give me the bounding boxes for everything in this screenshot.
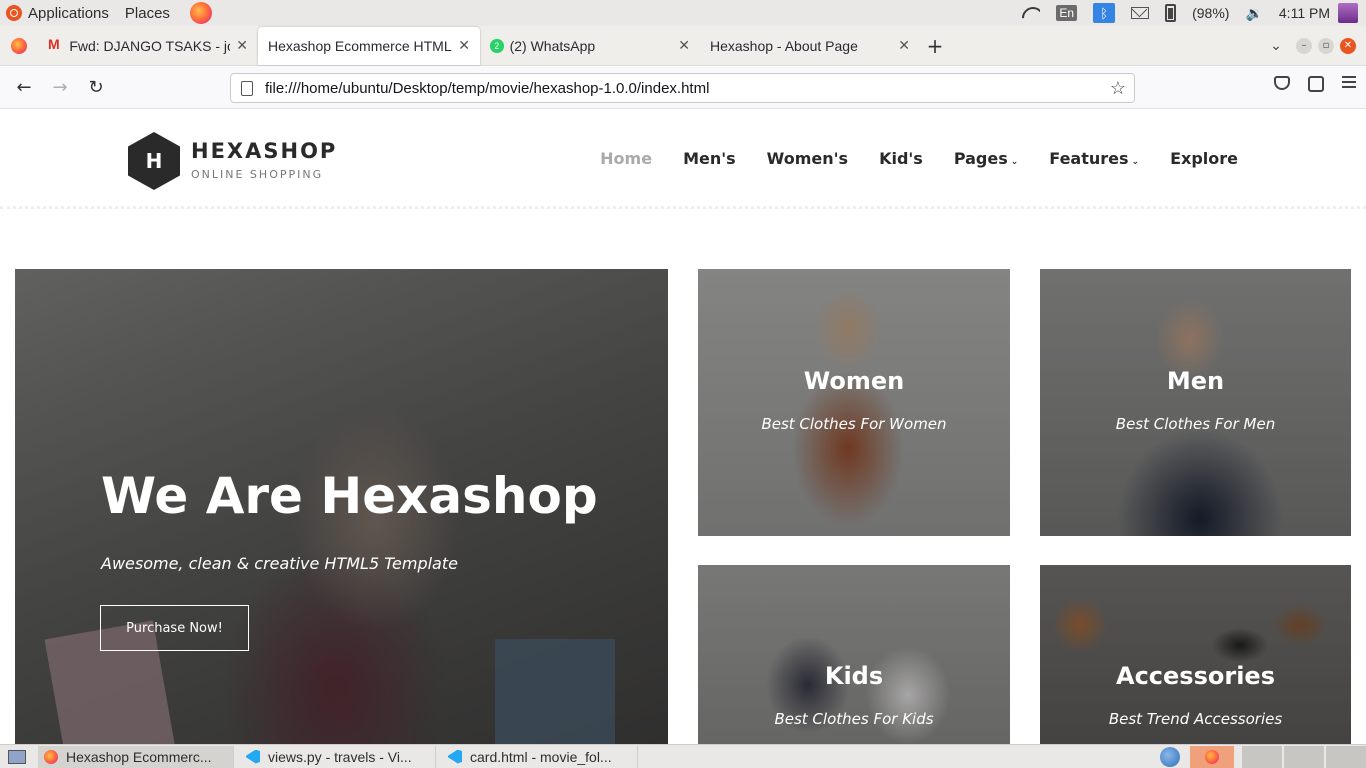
category-title: Women (803, 367, 905, 395)
forward-arrow-icon[interactable]: → (42, 77, 78, 98)
category-card-accessories[interactable]: Accessories Best Trend Accessories (1040, 565, 1351, 744)
bluetooth-icon[interactable]: ᛒ (1093, 0, 1116, 26)
url-bar[interactable]: file:///home/ubuntu/Desktop/temp/movie/h… (230, 73, 1135, 103)
category-title: Men (1166, 367, 1225, 395)
category-title: Kids (824, 662, 884, 690)
bookmark-star-icon[interactable]: ☆ (1110, 78, 1126, 99)
tab-whatsapp[interactable]: 2 (2) WhatsApp ✕ (480, 28, 700, 64)
user-menu-icon[interactable] (1338, 3, 1358, 23)
vscode-icon (246, 749, 260, 764)
hamburger-menu-icon[interactable] (1342, 76, 1356, 88)
pinned-firefox-tab[interactable] (0, 28, 38, 64)
task-title: card.html - movie_fol... (470, 748, 612, 765)
category-subtitle: Best Trend Accessories (1108, 710, 1283, 728)
task-title: Hexashop Ecommerc... (66, 748, 212, 765)
browser-tab-strip: Fwd: DJANGO TSAKS - jo ✕ Hexashop Ecomme… (0, 26, 1366, 66)
extensions-icon[interactable] (1308, 76, 1324, 92)
workspace-1[interactable] (1242, 745, 1282, 768)
shopping-bag-image (495, 639, 615, 744)
category-card-women[interactable]: Women Best Clothes For Women (698, 269, 1010, 536)
nav-explore[interactable]: Explore (1170, 149, 1238, 168)
keyboard-layout-indicator[interactable]: En (1056, 0, 1078, 26)
hero-title: We Are Hexashop (101, 467, 598, 525)
category-subtitle: Best Clothes For Women (761, 415, 947, 433)
close-tab-icon[interactable]: ✕ (452, 37, 470, 54)
chevron-down-icon: ⌄ (1131, 157, 1140, 167)
category-card-kids[interactable]: Kids Best Clothes For Kids (698, 565, 1010, 744)
hero-subtitle: Awesome, clean & creative HTML5 Template (101, 554, 458, 573)
tab-title: Hexashop - About Page (710, 37, 858, 54)
tab-title: Hexashop Ecommerce HTML (268, 37, 452, 54)
workspace-3[interactable] (1326, 745, 1366, 768)
mail-icon[interactable] (1131, 0, 1150, 26)
webpage: H HEXASHOP ONLINE SHOPPING Home Men's Wo… (0, 109, 1366, 744)
volume-icon[interactable]: 🔉 (1245, 0, 1262, 26)
category-subtitle: Best Clothes For Kids (774, 710, 934, 728)
list-all-tabs-chevron-icon[interactable]: ⌄ (1256, 38, 1296, 54)
workspace-2[interactable] (1284, 745, 1324, 768)
firefox-icon (44, 749, 58, 764)
taskbar-item-vscode-card[interactable]: card.html - movie_fol... (442, 745, 638, 768)
nav-pages-dropdown[interactable]: Pages ⌄ (954, 149, 1018, 168)
clock[interactable]: 4:11 PM (1279, 0, 1330, 26)
hexashop-logo-icon[interactable]: H (128, 132, 180, 190)
taskbar-item-vscode-views[interactable]: views.py - travels - Vi... (240, 745, 436, 768)
nav-kids[interactable]: Kid's (879, 149, 923, 168)
tab-title: Fwd: DJANGO TSAKS - jo (69, 37, 231, 54)
hero-banner: We Are Hexashop Awesome, clean & creativ… (15, 269, 668, 744)
new-tab-button[interactable]: + (920, 34, 950, 58)
applications-menu[interactable]: Applications (28, 5, 109, 22)
gmail-icon (48, 36, 63, 52)
ubuntu-logo-icon[interactable] (6, 5, 22, 21)
logo-tagline: ONLINE SHOPPING (191, 168, 324, 181)
task-title: views.py - travels - Vi... (268, 748, 412, 765)
nav-features: Features (1049, 149, 1129, 168)
places-menu[interactable]: Places (125, 5, 170, 22)
nav-home[interactable]: Home (600, 149, 652, 168)
firefox-icon (11, 37, 27, 54)
tab-title: (2) WhatsApp (509, 37, 596, 54)
site-header: H HEXASHOP ONLINE SHOPPING Home Men's Wo… (0, 109, 1366, 209)
tab-hexashop-ecommerce[interactable]: Hexashop Ecommerce HTML ✕ (258, 26, 480, 65)
purchase-now-button[interactable]: Purchase Now! (100, 605, 249, 651)
tab-gmail[interactable]: Fwd: DJANGO TSAKS - jo ✕ (38, 28, 258, 64)
chevron-down-icon: ⌄ (1010, 157, 1019, 167)
nav-features-dropdown[interactable]: Features ⌄ (1049, 149, 1139, 168)
tab-about-page[interactable]: Hexashop - About Page ✕ (700, 28, 920, 64)
close-tab-icon[interactable]: ✕ (892, 37, 910, 54)
close-tab-icon[interactable]: ✕ (230, 37, 248, 54)
nav-pages: Pages (953, 149, 1008, 168)
url-text[interactable]: file:///home/ubuntu/Desktop/temp/movie/h… (265, 80, 709, 97)
close-tab-icon[interactable]: ✕ (672, 37, 690, 54)
category-title: Accessories (1116, 662, 1275, 690)
browser-nav-toolbar: ← → ↻ file:///home/ubuntu/Desktop/temp/m… (0, 66, 1366, 109)
firefox-launcher-icon[interactable] (189, 2, 212, 24)
show-desktop-icon[interactable] (8, 749, 26, 764)
nav-womens[interactable]: Women's (767, 149, 848, 168)
firefox-tray-icon[interactable] (1190, 745, 1234, 768)
pocket-icon[interactable] (1274, 76, 1290, 90)
reload-icon[interactable]: ↻ (78, 77, 114, 98)
taskbar-item-firefox[interactable]: Hexashop Ecommerc... (38, 745, 234, 768)
minimize-window-button[interactable]: – (1296, 37, 1312, 54)
whatsapp-icon: 2 (490, 38, 504, 53)
main-nav: Home Men's Women's Kid's Pages ⌄ Features… (600, 149, 1238, 168)
wifi-icon[interactable] (1022, 0, 1040, 26)
battery-icon[interactable] (1165, 0, 1177, 26)
category-card-men[interactable]: Men Best Clothes For Men (1040, 269, 1351, 536)
globe-icon[interactable] (1160, 746, 1180, 767)
os-top-panel: Applications Places En ᛒ (98%) 🔉 4:11 PM (0, 0, 1366, 26)
page-icon (241, 80, 253, 96)
nav-mens[interactable]: Men's (683, 149, 736, 168)
language-label: En (1056, 5, 1078, 21)
vscode-icon (448, 749, 462, 764)
maximize-window-button[interactable]: ▫ (1318, 37, 1334, 54)
category-subtitle: Best Clothes For Men (1115, 415, 1276, 433)
os-taskbar: Hexashop Ecommerc... views.py - travels … (0, 744, 1366, 768)
logo-name[interactable]: HEXASHOP (191, 139, 337, 163)
close-window-button[interactable]: ✕ (1340, 37, 1356, 54)
battery-percentage: (98%) (1192, 5, 1230, 21)
back-arrow-icon[interactable]: ← (6, 77, 42, 98)
